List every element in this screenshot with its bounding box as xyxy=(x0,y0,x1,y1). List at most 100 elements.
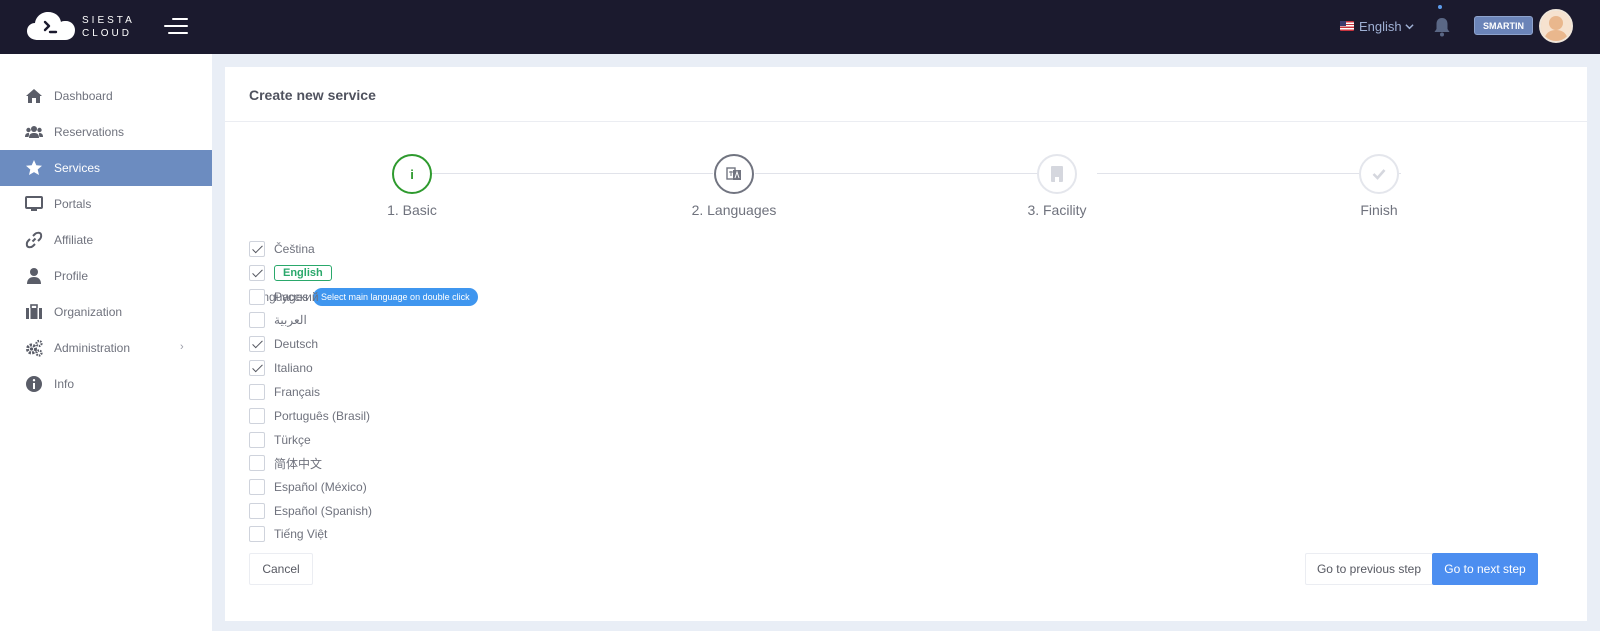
sidebar-item-profile[interactable]: Profile xyxy=(0,258,212,294)
sidebar-item-info[interactable]: Info xyxy=(0,366,212,402)
language-option-espanol-spanish[interactable]: Español (Spanish) xyxy=(249,501,372,521)
checkbox[interactable] xyxy=(249,265,265,281)
step-2-label: 2. Languages xyxy=(691,202,777,218)
main-language-badge: English xyxy=(274,265,332,281)
sidebar-item-affiliate[interactable]: Affiliate xyxy=(0,222,212,258)
sidebar-item-label: Dashboard xyxy=(54,89,113,103)
logo-line-2: CLOUD xyxy=(82,28,133,39)
main-language-tip: Select main language on double click xyxy=(313,288,478,306)
previous-step-button[interactable]: Go to previous step xyxy=(1305,553,1433,585)
checkbox[interactable] xyxy=(249,455,265,471)
language-name: Русский xyxy=(274,290,319,304)
sidebar: Dashboard Reservations Services Portals … xyxy=(0,54,212,631)
logo-line-1: SIESTA xyxy=(82,15,135,26)
checkbox[interactable] xyxy=(249,503,265,519)
sidebar-item-administration[interactable]: Administration › xyxy=(0,330,212,366)
sidebar-item-label: Info xyxy=(54,377,75,391)
language-name: Türkçe xyxy=(274,433,311,447)
logo[interactable]: SIESTA CLOUD xyxy=(26,10,136,42)
info-circle-icon xyxy=(26,376,42,392)
building-icon xyxy=(1051,166,1063,182)
monitor-icon xyxy=(25,196,43,211)
checkbox[interactable] xyxy=(249,526,265,542)
checkbox[interactable] xyxy=(249,408,265,424)
checkbox[interactable] xyxy=(249,289,265,305)
language-option-turkce[interactable]: Türkçe xyxy=(249,430,311,450)
avatar[interactable] xyxy=(1539,9,1573,43)
users-icon xyxy=(25,126,43,138)
language-option-italiano[interactable]: Italiano xyxy=(249,358,313,378)
sidebar-item-label: Profile xyxy=(54,269,89,283)
language-name: العربية xyxy=(274,313,307,327)
bell-icon[interactable] xyxy=(1433,15,1451,37)
sidebar-item-label: Organization xyxy=(54,305,123,319)
language-option-espanol-mexico[interactable]: Español (México) xyxy=(249,477,367,497)
step-connector xyxy=(413,173,713,174)
sidebar-item-label: Services xyxy=(54,161,101,175)
home-icon xyxy=(26,89,42,103)
sidebar-item-label: Reservations xyxy=(54,125,125,139)
step-4-label: Finish xyxy=(1360,202,1398,218)
sidebar-item-label: Portals xyxy=(54,197,92,211)
chevron-right-icon: › xyxy=(180,341,184,353)
panel-header: Create new service xyxy=(225,67,1587,122)
cancel-button[interactable]: Cancel xyxy=(249,553,313,585)
checkbox[interactable] xyxy=(249,479,265,495)
language-name: 简体中文 xyxy=(274,456,323,471)
sidebar-item-dashboard[interactable]: Dashboard xyxy=(0,78,212,114)
translate-icon xyxy=(726,167,741,180)
language-switcher-label: English xyxy=(1359,18,1402,34)
step-2-circle[interactable] xyxy=(714,154,754,194)
step-1-circle[interactable]: i xyxy=(392,154,432,194)
next-step-button[interactable]: Go to next step xyxy=(1432,553,1538,585)
step-connector xyxy=(1097,173,1401,174)
language-name: Français xyxy=(274,385,321,399)
language-name: Español (México) xyxy=(274,480,367,494)
language-option-cestina[interactable]: Čeština xyxy=(249,239,315,259)
info-icon: i xyxy=(410,166,414,182)
language-name: Español (Spanish) xyxy=(274,504,373,518)
cogs-icon xyxy=(26,339,43,357)
sidebar-item-label: Administration xyxy=(54,341,131,355)
checkbox[interactable] xyxy=(249,241,265,257)
wizard-stepper: i 1. Basic 2. Languages 3. Facility Fini… xyxy=(225,154,1587,225)
checkbox[interactable] xyxy=(249,312,265,328)
step-connector xyxy=(755,173,1055,174)
language-option-portugues-brasil[interactable]: Português (Brasil) xyxy=(249,406,370,426)
language-option-chinese[interactable]: 简体中文 xyxy=(249,453,322,473)
language-name: Italiano xyxy=(274,361,313,375)
chevron-down-icon xyxy=(1405,23,1414,29)
username-badge[interactable]: SMARTIN xyxy=(1474,16,1533,35)
language-option-tieng-viet[interactable]: Tiếng Việt xyxy=(249,524,327,544)
logo-text: SIESTA CLOUD xyxy=(82,14,135,40)
step-3-circle[interactable] xyxy=(1037,154,1077,194)
step-3-label: 3. Facility xyxy=(1027,202,1087,218)
language-option-deutsch[interactable]: Deutsch xyxy=(249,334,318,354)
check-icon xyxy=(1372,169,1386,180)
sidebar-item-services[interactable]: Services xyxy=(0,150,212,186)
star-icon xyxy=(26,160,42,175)
language-option-russian[interactable]: Русский xyxy=(249,287,319,307)
menu-toggle-icon[interactable] xyxy=(164,16,188,36)
sidebar-item-reservations[interactable]: Reservations xyxy=(0,114,212,150)
language-name: Čeština xyxy=(274,242,315,256)
language-name: Deutsch xyxy=(274,337,319,351)
language-option-francais[interactable]: Français xyxy=(249,382,320,402)
checkbox[interactable] xyxy=(249,336,265,352)
sidebar-item-organization[interactable]: Organization xyxy=(0,294,212,330)
checkbox[interactable] xyxy=(249,360,265,376)
sidebar-item-portals[interactable]: Portals xyxy=(0,186,212,222)
page-title: Create new service xyxy=(249,87,376,103)
checkbox[interactable] xyxy=(249,432,265,448)
briefcase-icon xyxy=(26,304,42,319)
cloud-logo-icon xyxy=(27,12,75,40)
notification-dot xyxy=(1438,5,1442,9)
user-avatar-icon xyxy=(1541,11,1571,41)
step-4-circle[interactable] xyxy=(1359,154,1399,194)
checkbox[interactable] xyxy=(249,384,265,400)
language-switcher[interactable]: English xyxy=(1340,17,1414,35)
step-1-label: 1. Basic xyxy=(387,202,437,218)
language-option-english[interactable]: English xyxy=(249,263,332,283)
language-option-arabic[interactable]: العربية xyxy=(249,310,307,330)
create-service-panel: Create new service i 1. Basic 2. Languag… xyxy=(225,67,1587,621)
